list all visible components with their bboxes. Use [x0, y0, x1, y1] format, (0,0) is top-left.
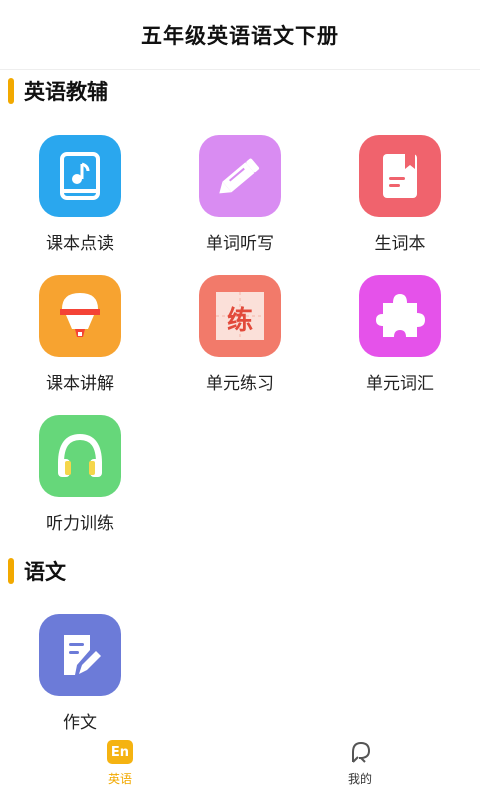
- tile-label: 单元练习: [206, 374, 274, 394]
- edit-document-icon: [39, 614, 121, 696]
- section-header-english: 英语教辅: [0, 76, 108, 106]
- section-header-chinese: 语文: [0, 556, 66, 586]
- tile-label: 生词本: [374, 234, 426, 254]
- tab-label-mine: 我的: [347, 772, 372, 786]
- pencil-icon: [199, 135, 281, 217]
- tile-unit-vocabulary[interactable]: 单元词汇: [320, 275, 480, 405]
- profile-icon: [347, 740, 373, 764]
- tile-textbook-reading[interactable]: 课本点读: [0, 135, 160, 265]
- tile-vocabulary-book[interactable]: 生词本: [320, 135, 480, 265]
- section-title-chinese: 语文: [24, 560, 66, 584]
- tile-label: 单元词汇: [366, 374, 434, 394]
- section-title-english: 英语教辅: [24, 80, 108, 104]
- puzzle-icon: [359, 275, 441, 357]
- tab-mine[interactable]: 我的: [240, 732, 480, 800]
- tile-composition[interactable]: 作文: [0, 614, 160, 744]
- headphones-icon: [39, 415, 121, 497]
- tile-word-dictation[interactable]: 单词听写: [160, 135, 320, 265]
- tab-label-english: 英语: [107, 772, 132, 786]
- tile-label: 课本点读: [46, 234, 114, 254]
- section-accent-bar: [8, 558, 14, 584]
- tile-label: 听力训练: [46, 514, 114, 534]
- tab-english[interactable]: En 英语: [0, 732, 240, 800]
- practice-glyph: 练: [226, 306, 253, 336]
- tile-listening-training[interactable]: 听力训练: [0, 415, 160, 545]
- page-title: 五年级英语语文下册: [141, 23, 339, 48]
- tile-label: 课本讲解: [46, 374, 114, 394]
- notebook-icon: [359, 135, 441, 217]
- music-book-icon: [39, 135, 121, 217]
- teacher-icon: [39, 275, 121, 357]
- tile-textbook-explanation[interactable]: 课本讲解: [0, 275, 160, 405]
- english-tab-icon: En: [107, 740, 133, 764]
- tile-label: 单词听写: [206, 234, 274, 254]
- tile-unit-practice[interactable]: 单元练习: [160, 275, 320, 405]
- section-accent-bar: [8, 78, 14, 104]
- bottom-tab-bar: En 英语 我的: [0, 732, 480, 800]
- app-header: 五年级英语语文下册: [0, 0, 480, 70]
- tile-label: 作文: [63, 713, 97, 733]
